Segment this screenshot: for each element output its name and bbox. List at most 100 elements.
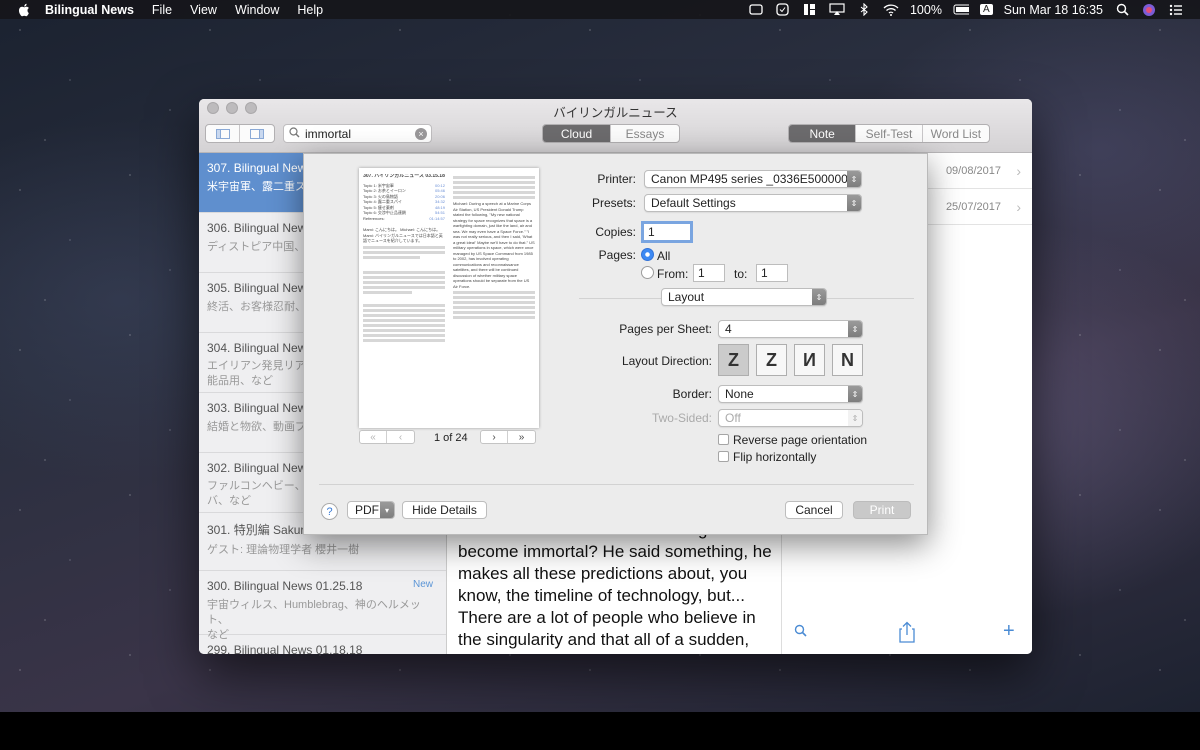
menu-app-name[interactable]: Bilingual News xyxy=(45,3,134,17)
clear-search-icon[interactable]: × xyxy=(415,128,427,140)
preview-line xyxy=(453,291,535,294)
transcript-text: like? 2000... When are humans gonna beco… xyxy=(458,520,772,654)
note-date: 09/08/2017 xyxy=(945,165,1001,177)
layout-direction-z[interactable]: Z xyxy=(718,344,749,376)
input-source[interactable]: A xyxy=(979,4,993,15)
episode-subtitle: ゲスト: 理論物理学者 櫻井一樹 xyxy=(207,544,360,556)
apple-icon[interactable] xyxy=(17,3,31,17)
layout-direction-z-mirror[interactable]: Z xyxy=(756,344,787,376)
screen-icon[interactable] xyxy=(748,3,764,17)
notification-list-icon[interactable] xyxy=(1168,3,1184,17)
section-value: Layout xyxy=(668,290,705,304)
previous-page-button[interactable]: ‹ xyxy=(387,431,414,443)
window-title: バイリンガルニュース xyxy=(553,106,678,120)
hide-details-button[interactable]: Hide Details xyxy=(402,501,487,519)
share-icon[interactable] xyxy=(898,621,916,648)
two-sided-select[interactable]: Off ⇕ xyxy=(718,409,863,427)
flip-horizontally-checkbox[interactable] xyxy=(718,451,729,462)
pdf-label: PDF xyxy=(355,503,379,517)
new-badge: New xyxy=(412,579,433,590)
title-bar: バイリンガルニュース immortal × Cloud Essays Note … xyxy=(199,99,1032,153)
border-value: None xyxy=(725,387,754,401)
pages-per-sheet-select[interactable]: 4 ⇕ xyxy=(718,320,863,338)
menu-bar: Bilingual News File View Window Help 100… xyxy=(0,0,1200,19)
updown-icon: ⇕ xyxy=(848,321,862,337)
print-button[interactable]: Print xyxy=(853,501,911,519)
preview-line xyxy=(453,296,535,299)
updown-icon: ⇕ xyxy=(848,386,862,402)
pages-all-radio[interactable] xyxy=(641,248,654,261)
search-input[interactable]: immortal xyxy=(305,127,351,141)
preview-line xyxy=(363,318,445,322)
divider xyxy=(319,484,914,485)
siri-icon[interactable] xyxy=(1141,3,1157,17)
updown-icon: ⇕ xyxy=(812,289,826,305)
help-button[interactable]: ? xyxy=(321,503,338,520)
airplay-icon[interactable] xyxy=(829,3,845,17)
preview-line xyxy=(363,290,413,294)
border-label: Border: xyxy=(672,387,712,401)
search-icon xyxy=(289,126,301,141)
menu-file[interactable]: File xyxy=(152,3,172,17)
cancel-button[interactable]: Cancel xyxy=(785,501,843,519)
reverse-orientation-checkbox[interactable] xyxy=(718,434,729,445)
preview-line xyxy=(363,285,445,289)
preview-line xyxy=(453,306,535,309)
preview-line xyxy=(453,301,535,304)
panel-tabs: Note Self-Test Word List xyxy=(788,124,990,143)
first-page-button[interactable]: « xyxy=(360,431,387,443)
tab-word-list[interactable]: Word List xyxy=(923,125,989,142)
grid-icon[interactable] xyxy=(802,3,818,17)
section-select[interactable]: Layout ⇕ xyxy=(661,288,827,306)
menu-help[interactable]: Help xyxy=(297,3,323,17)
pdf-menu-button[interactable]: PDF ▾ xyxy=(347,501,395,519)
to-page-input[interactable]: 1 xyxy=(756,264,788,282)
tab-self-test[interactable]: Self-Test xyxy=(856,125,923,142)
border-select[interactable]: None ⇕ xyxy=(718,385,863,403)
dock-area xyxy=(0,712,1200,750)
next-page-button[interactable]: › xyxy=(481,431,508,443)
sidebar-left-toggle[interactable] xyxy=(206,125,241,142)
search-field[interactable]: immortal × xyxy=(283,124,432,143)
search-icon[interactable] xyxy=(1114,3,1130,17)
preview-line xyxy=(363,313,445,317)
layout-direction-n[interactable]: N xyxy=(832,344,863,376)
two-sided-label: Two-Sided: xyxy=(651,411,712,425)
preview-topic-label: References: xyxy=(363,215,385,221)
sidebar-right-toggle[interactable] xyxy=(240,125,274,142)
presets-select[interactable]: Default Settings ⇕ xyxy=(644,194,862,212)
search-icon[interactable] xyxy=(794,624,807,642)
list-item[interactable]: 299. Bilingual News 01.18.18 xyxy=(199,635,446,654)
battery-percent: 100% xyxy=(909,2,942,17)
clock[interactable]: Sun Mar 18 16:35 xyxy=(1004,3,1103,17)
battery-icon[interactable] xyxy=(953,3,969,17)
pages-per-sheet-value: 4 xyxy=(725,322,732,336)
tab-note[interactable]: Note xyxy=(789,125,857,142)
from-page-input[interactable]: 1 xyxy=(693,264,725,282)
bluetooth-icon[interactable] xyxy=(856,3,872,17)
pages-range-radio[interactable] xyxy=(641,266,654,279)
tab-cloud[interactable]: Cloud xyxy=(543,125,611,142)
add-note-icon[interactable]: + xyxy=(1003,620,1015,643)
preview-line xyxy=(363,338,445,342)
menu-window[interactable]: Window xyxy=(235,3,279,17)
preview-nav-forward: › » xyxy=(480,430,536,444)
preview-right-column: Michael: During a speech at a Marine Cor… xyxy=(453,174,535,424)
list-item[interactable]: 300. Bilingual News 01.25.18 New 宇宙ウィルス、… xyxy=(199,571,446,641)
chevron-right-icon: › xyxy=(1016,199,1021,215)
preview-line xyxy=(453,186,535,189)
content-tabs: Cloud Essays xyxy=(542,124,680,143)
preview-line xyxy=(363,333,445,337)
notes-toolbar: + xyxy=(782,614,1032,654)
printer-select[interactable]: Canon MP495 series _0336E5000000 ⇕ xyxy=(644,170,862,188)
menu-view[interactable]: View xyxy=(190,3,217,17)
checkbox-icon[interactable] xyxy=(775,3,791,17)
wifi-icon[interactable] xyxy=(883,3,899,17)
preview-line xyxy=(363,245,445,249)
layout-direction-n-reverse[interactable]: И xyxy=(794,344,825,376)
preview-line xyxy=(453,176,535,179)
tab-essays[interactable]: Essays xyxy=(611,125,679,142)
preview-line xyxy=(363,308,445,312)
copies-input[interactable]: 1 xyxy=(641,221,693,243)
last-page-button[interactable]: » xyxy=(508,431,535,443)
